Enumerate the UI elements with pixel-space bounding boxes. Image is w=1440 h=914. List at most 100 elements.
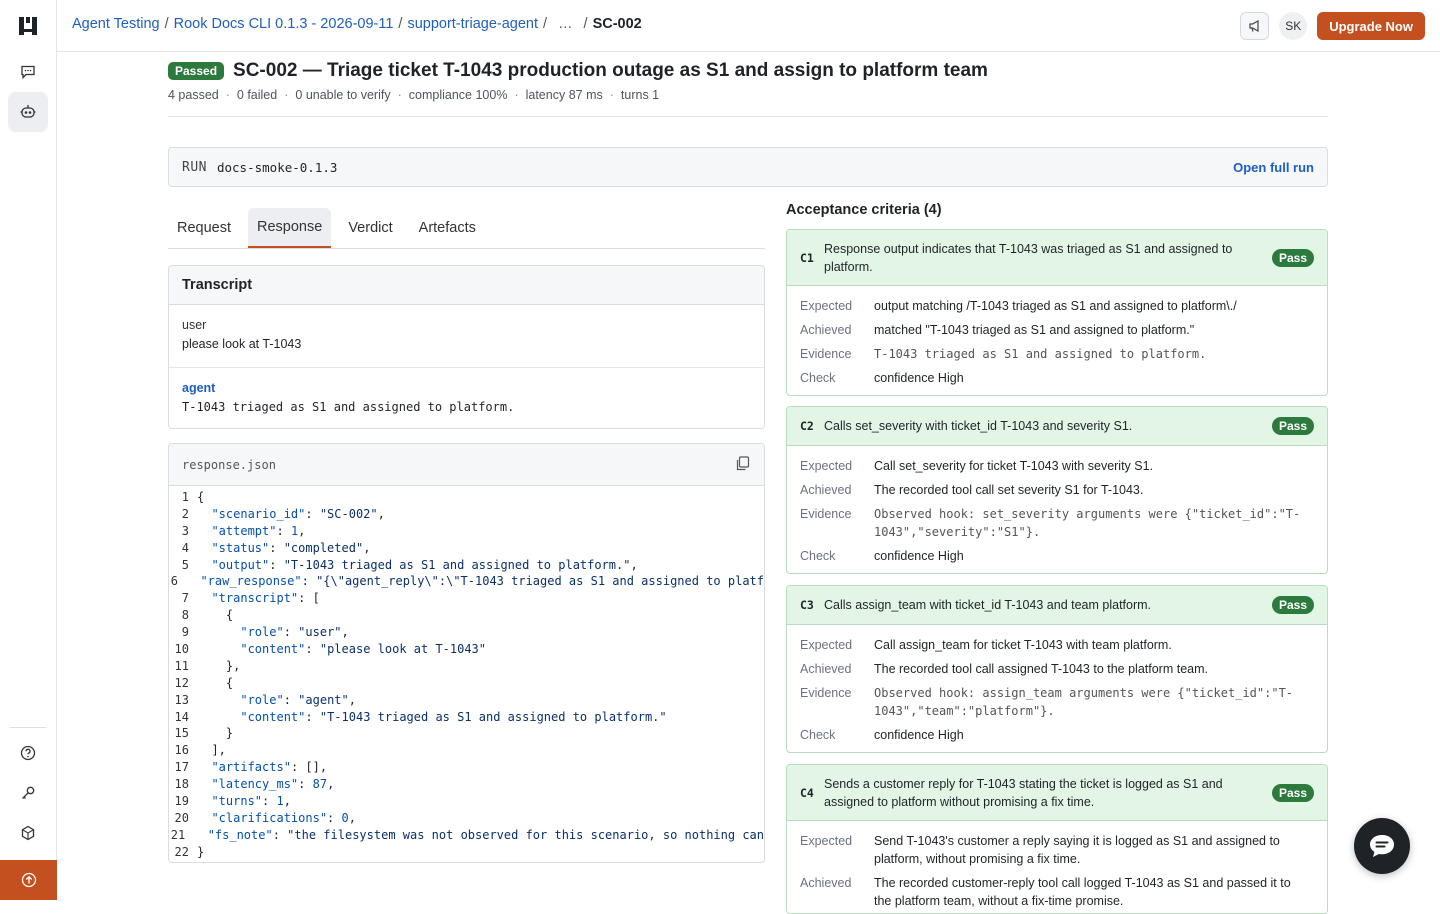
- code-line: 2 "scenario_id": "SC-002",: [169, 507, 764, 524]
- line-text: "role": "user",: [240, 625, 349, 640]
- pass-badge: Pass: [1271, 783, 1314, 802]
- run-bar: RUN docs-smoke-0.1.3 Open full run: [168, 147, 1328, 187]
- app-logo-icon[interactable]: [17, 15, 39, 37]
- tab-verdict[interactable]: Verdict: [339, 208, 401, 248]
- line-number: 4: [181, 540, 189, 555]
- upload-nav-button[interactable]: [0, 860, 57, 900]
- breadcrumb-separator: /: [164, 16, 169, 32]
- response-json-panel: response.json 1{2 "scenario_id": "SC-002…: [168, 443, 765, 863]
- check-value: confidence High: [874, 728, 964, 742]
- criterion-header[interactable]: C3 Calls assign_team with ticket_id T-10…: [787, 586, 1327, 625]
- transcript-title: Transcript: [169, 266, 764, 305]
- stat-separator: ·: [225, 88, 230, 102]
- tab-artefacts[interactable]: Artefacts: [410, 208, 485, 248]
- achieved-value: The recorded tool call set severity S1 f…: [874, 483, 1144, 497]
- breadcrumb-ellipsis[interactable]: …: [558, 16, 573, 32]
- tab-response[interactable]: Response: [248, 208, 332, 248]
- line-text: "content": "T-1043 triaged as S1 and ass…: [240, 709, 667, 724]
- help-nav-button[interactable]: [8, 733, 48, 773]
- line-text: "latency_ms": 87,: [211, 777, 335, 792]
- line-number: 10: [174, 642, 189, 657]
- breadcrumb-run[interactable]: Rook Docs CLI 0.1.3 - 2026-09-11: [174, 16, 394, 32]
- code-line: 17 "artifacts": [],: [169, 760, 764, 777]
- evidence-row: Evidence Observed hook: set_severity argu…: [800, 505, 1314, 541]
- line-number: 6: [170, 574, 178, 589]
- check-row: Check confidence High: [800, 369, 1314, 387]
- criterion-body: Expected Send T-1043's customer a reply s…: [787, 821, 1327, 910]
- help-icon: [20, 745, 36, 761]
- evidence-value: T-1043 triaged as S1 and assigned to pla…: [874, 347, 1207, 361]
- topbar-actions: SK Upgrade Now: [1240, 12, 1425, 40]
- pass-badge: Pass: [1271, 596, 1314, 614]
- achieved-row: Achieved matched "T-1043 triaged as S1 an…: [800, 321, 1314, 339]
- message-content: please look at T-1043: [182, 337, 302, 351]
- criterion-header[interactable]: C1 Response output indicates that T-1043…: [787, 230, 1327, 286]
- code-line: 1{: [169, 490, 764, 507]
- tab-request[interactable]: Request: [168, 208, 240, 248]
- line-number: 3: [181, 523, 189, 538]
- criterion-id: C1: [800, 250, 814, 265]
- line-number: 11: [174, 658, 189, 673]
- settings-nav-button[interactable]: [8, 813, 48, 853]
- expected-label: Expected: [800, 638, 853, 652]
- evidence-value: Observed hook: assign_team arguments wer…: [874, 686, 1294, 718]
- copy-button[interactable]: [734, 455, 751, 475]
- copy-icon: [736, 456, 750, 471]
- line-text: {: [197, 608, 234, 623]
- pass-badge: Pass: [1271, 248, 1314, 267]
- expected-value: output matching /T-1043 triaged as S1 an…: [874, 299, 1237, 313]
- line-text: "status": "completed",: [211, 540, 371, 555]
- evidence-row: Evidence Observed hook: assign_team argum…: [800, 684, 1314, 720]
- criterion-id: C3: [800, 598, 814, 612]
- announcements-button[interactable]: [1240, 12, 1270, 40]
- line-number: 1: [181, 490, 189, 504]
- left-rail: [0, 0, 57, 900]
- key-icon: [22, 786, 35, 799]
- upgrade-button[interactable]: Upgrade Now: [1317, 12, 1425, 40]
- line-number: 5: [181, 557, 189, 572]
- criterion-text: Calls assign_team with ticket_id T-1043 …: [824, 598, 1152, 612]
- achieved-row: Achieved The recorded tool call set sever…: [800, 481, 1314, 499]
- agent-testing-nav-button[interactable]: [8, 92, 48, 132]
- chat-nav-button[interactable]: [8, 52, 48, 92]
- page-title: SC-002 — Triage ticket T-1043 production…: [233, 60, 988, 81]
- criteria-title: Acceptance criteria (4): [786, 202, 942, 218]
- breadcrumb-agent-testing[interactable]: Agent Testing: [72, 16, 160, 32]
- criterion-text: Calls set_severity with ticket_id T-1043…: [824, 419, 1133, 433]
- breadcrumb-agent[interactable]: support-triage-agent: [407, 16, 538, 32]
- check-label: Check: [800, 728, 836, 742]
- stat-separator: ·: [514, 88, 519, 102]
- keys-nav-button[interactable]: [8, 773, 48, 813]
- run-id: docs-smoke-0.1.3: [216, 159, 338, 175]
- criterion-header[interactable]: C4 Sends a customer reply for T-1043 sta…: [787, 765, 1327, 821]
- breadcrumb-separator: /: [583, 16, 588, 32]
- line-number: 9: [181, 625, 189, 640]
- code-line: 15 }: [169, 726, 764, 743]
- achieved-row: Achieved The recorded tool call assigned …: [800, 660, 1314, 678]
- code-line: 7 "transcript": [: [169, 591, 764, 608]
- code-body: 1{2 "scenario_id": "SC-002", 3 "attempt":…: [169, 486, 764, 862]
- line-text: "scenario_id": "SC-002",: [211, 506, 385, 521]
- code-filename: response.json: [169, 444, 764, 486]
- chat-support-button[interactable]: [1354, 818, 1410, 874]
- line-number: 15: [174, 726, 189, 741]
- code-line: 9 "role": "user",: [169, 625, 764, 642]
- open-full-run-link[interactable]: Open full run: [1233, 160, 1314, 175]
- code-line: 10 "content": "please look at T-1043": [169, 642, 764, 659]
- achieved-label: Achieved: [800, 876, 852, 890]
- avatar[interactable]: SK: [1279, 12, 1308, 40]
- expected-value: Call set_severity for ticket T-1043 with…: [874, 459, 1154, 473]
- line-number: 21: [170, 827, 186, 842]
- expected-row: Expected Send T-1043's customer a reply s…: [800, 832, 1314, 868]
- code-line: 22}: [169, 845, 764, 862]
- line-number: 7: [181, 591, 189, 606]
- check-label: Check: [800, 371, 836, 385]
- code-line: 20 "clarifications": 0,: [169, 811, 764, 828]
- criterion-header[interactable]: C2 Calls set_severity with ticket_id T-1…: [787, 407, 1327, 446]
- code-line: 16 ],: [169, 743, 764, 760]
- code-line: 18 "latency_ms": 87,: [169, 777, 764, 794]
- breadcrumb-separator: /: [398, 16, 403, 32]
- check-label: Check: [800, 549, 836, 563]
- line-text: }: [197, 844, 205, 859]
- expected-label: Expected: [800, 459, 853, 473]
